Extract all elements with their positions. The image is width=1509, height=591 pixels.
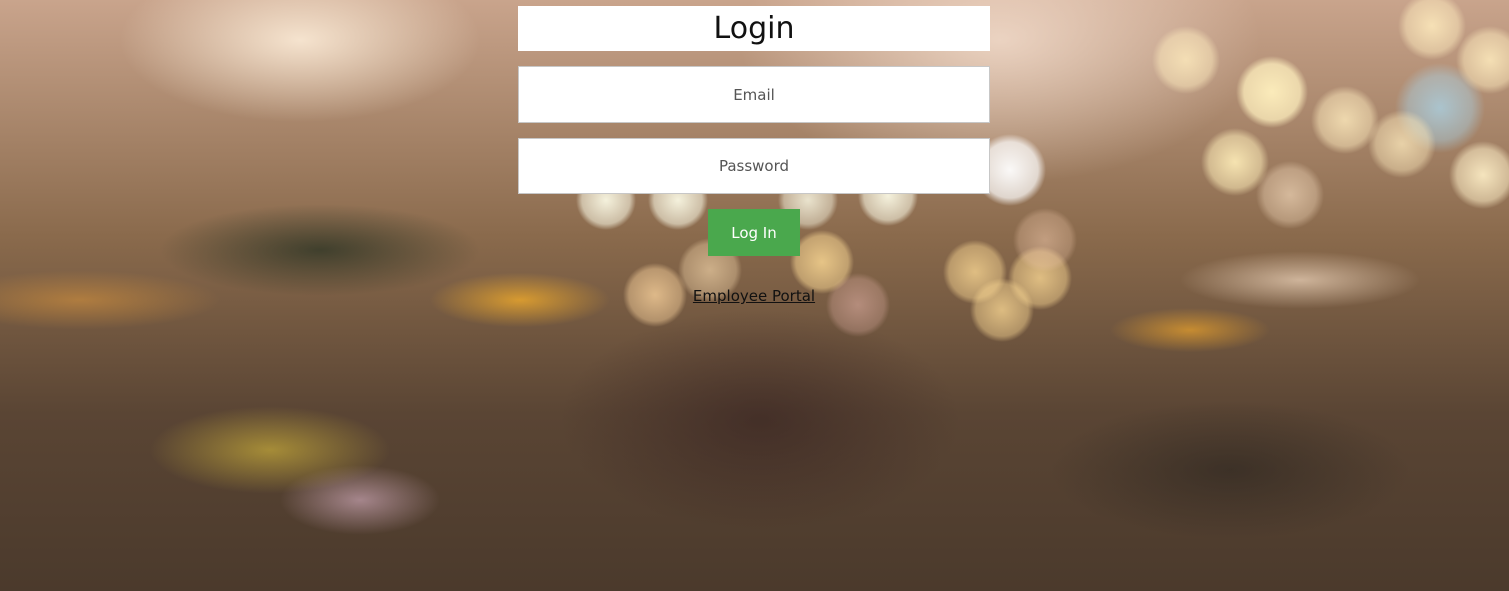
login-form: Login Log In Employee Portal xyxy=(518,6,990,306)
page-background: Login Log In Employee Portal xyxy=(0,0,1509,591)
title-box: Login xyxy=(518,6,990,51)
button-row: Log In xyxy=(518,209,990,256)
log-in-button[interactable]: Log In xyxy=(708,209,800,256)
email-field[interactable] xyxy=(518,66,990,123)
employee-portal-link[interactable]: Employee Portal xyxy=(693,287,815,305)
password-field[interactable] xyxy=(518,138,990,194)
link-row: Employee Portal xyxy=(518,287,990,306)
page-title: Login xyxy=(713,11,795,46)
